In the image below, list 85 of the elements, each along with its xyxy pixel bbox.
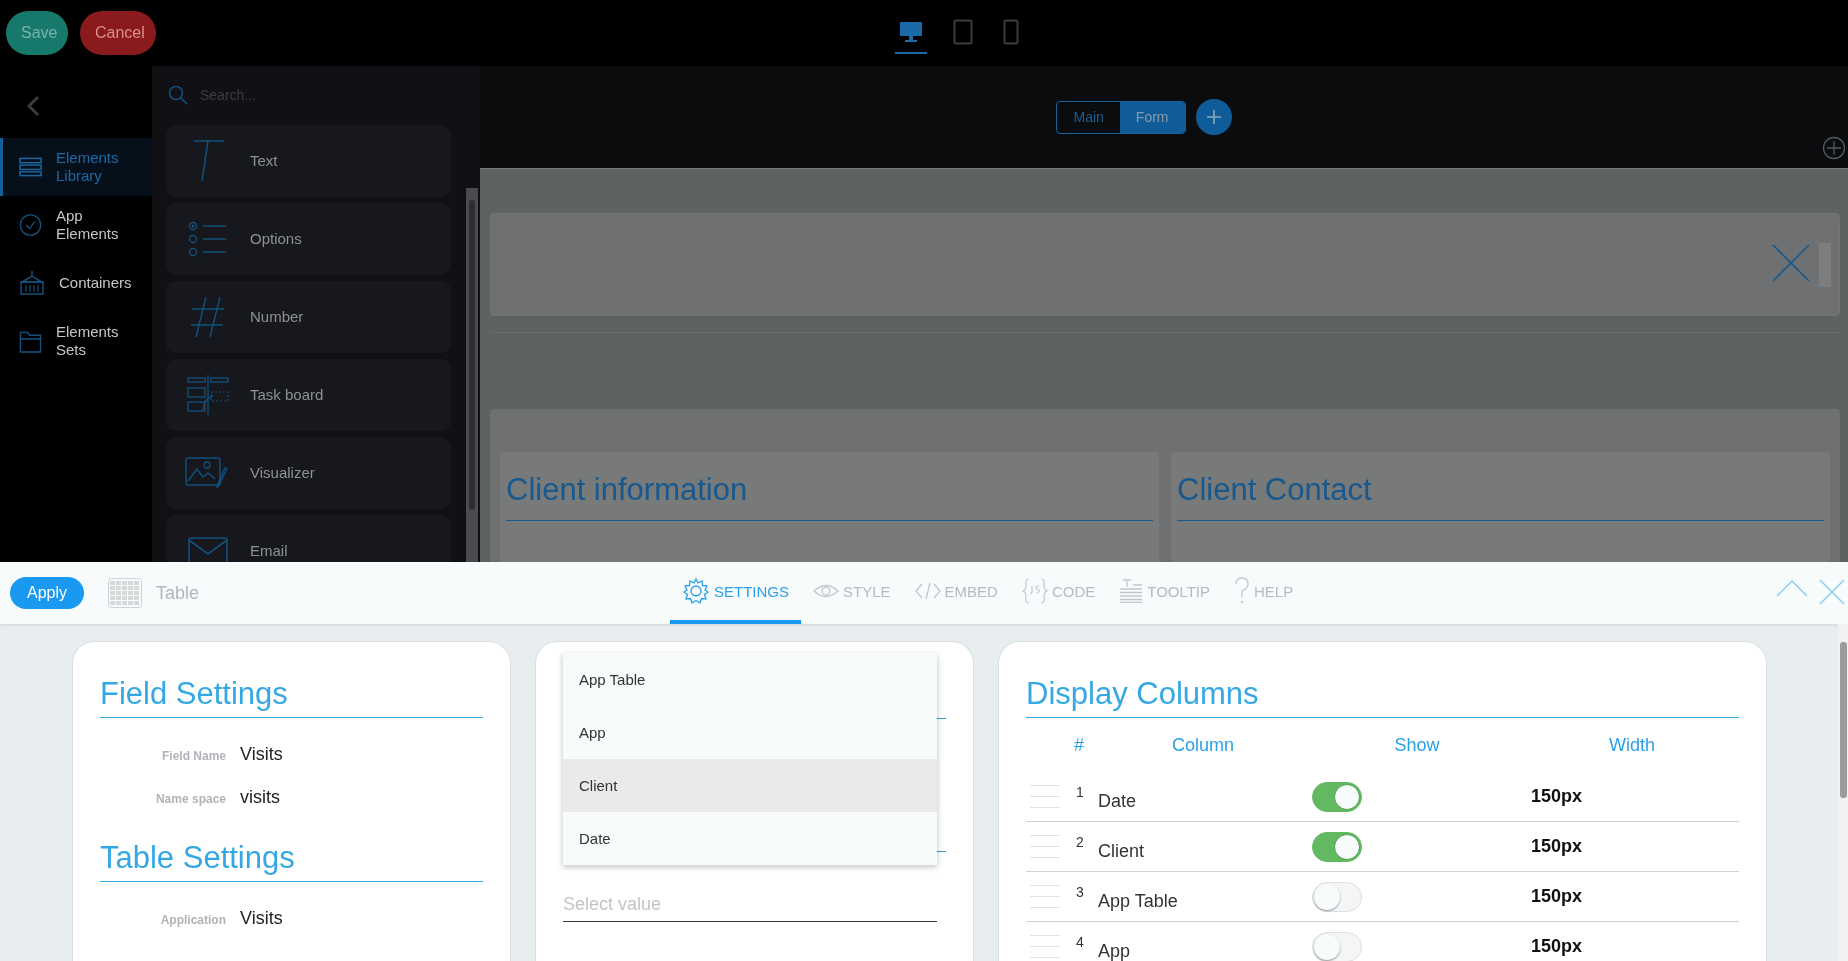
column-name: Date [1098,790,1138,812]
row-number: 2 [1076,833,1085,850]
section-heading: Table Settings [100,808,483,882]
tablet-icon[interactable] [953,19,973,45]
collapse-icon[interactable] [1776,578,1808,598]
drag-handle-icon[interactable] [1030,835,1060,858]
row-number: 1 [1076,783,1085,800]
element-type-label: Table [156,582,200,604]
scrollbar[interactable] [1838,624,1848,961]
check-circle-icon [19,212,42,238]
element-label: Number [250,308,304,326]
stack-icon [19,157,42,177]
column-name: App [1098,940,1132,961]
braces-icon [1021,577,1048,605]
column-width: 150px [1530,936,1584,957]
dropdown-option[interactable]: App [563,706,937,759]
envelope-icon [188,536,228,562]
field-label: Field Name [160,749,226,763]
element-card[interactable]: Email [166,514,451,562]
element-label: Visualizer [250,464,315,482]
tab[interactable]: SETTINGS [670,562,801,624]
container-icon [19,270,45,296]
column-header: Column [1171,734,1235,756]
toggle-switch[interactable] [1312,831,1362,862]
toggle-switch[interactable] [1312,781,1362,812]
section-heading: Display Columns [1026,642,1739,718]
element-label: Text [250,152,278,170]
eye-icon [813,583,839,599]
drag-handle-icon[interactable] [1030,785,1060,808]
dropdown-option[interactable]: Date [563,812,937,865]
field-value: visits [240,787,280,808]
row-number: 4 [1076,933,1085,950]
element-card[interactable]: Options [166,202,451,275]
section-title: Client Contact [1177,472,1824,521]
back-chevron-icon[interactable] [26,95,40,117]
code-brackets-icon [914,582,941,600]
hash-icon [190,294,226,339]
task-board-icon [187,373,229,416]
add-circle-icon[interactable] [1822,136,1846,160]
apply-button[interactable]: Apply [10,577,84,609]
search-icon [168,85,188,106]
close-icon[interactable] [1771,242,1811,283]
element-card[interactable]: Visualizer [166,436,451,509]
radio-list-icon [188,220,228,257]
dropdown-option[interactable]: App Table [563,653,937,706]
column-name: App Table [1098,890,1179,912]
column-header: # [1073,734,1085,756]
sidebar-item[interactable]: Containers [0,254,152,312]
section-heading: Field Settings [100,642,483,718]
column-header: Show [1393,734,1441,756]
page-tab[interactable]: Main [1057,101,1120,133]
drag-handle-icon[interactable] [1030,935,1060,958]
column-header: Width [1608,734,1656,756]
field-label: Application [159,913,226,927]
sidebar-item[interactable]: Elements Sets [0,312,152,370]
table-grid-icon [108,578,142,608]
column-width: 150px [1530,786,1584,807]
sidebar-item[interactable]: Elements Library [0,138,152,196]
element-label: Email [250,542,288,560]
column-name: Client [1098,840,1146,862]
dropdown-option[interactable]: Client [563,759,937,812]
field-value: Visits [240,908,283,929]
column-width: 150px [1530,836,1584,857]
row-number: 3 [1076,883,1085,900]
desktop-icon[interactable] [899,21,923,43]
column-width: 150px [1530,886,1584,907]
sidebar-item[interactable]: App Elements [0,196,152,254]
scrollbar[interactable] [466,188,478,562]
add-page-button[interactable] [1195,99,1232,135]
element-card[interactable]: Number [166,280,451,353]
question-icon [1234,577,1251,605]
element-label: Task board [250,386,324,404]
phone-icon[interactable] [1003,19,1019,45]
text-lines-icon [1119,579,1144,603]
select-field[interactable]: Select value [563,888,937,922]
element-label: Options [250,230,302,248]
element-card[interactable]: Text [166,124,451,197]
drag-handle-icon[interactable] [1030,885,1060,908]
close-icon[interactable] [1818,578,1846,606]
cancel-button[interactable]: Cancel [80,11,156,55]
field-value: Visits [240,744,283,765]
section-title: Client information [506,472,1153,521]
element-card[interactable]: Task board [166,358,451,431]
field-label: Name space [154,792,226,806]
gear-icon [682,577,710,605]
